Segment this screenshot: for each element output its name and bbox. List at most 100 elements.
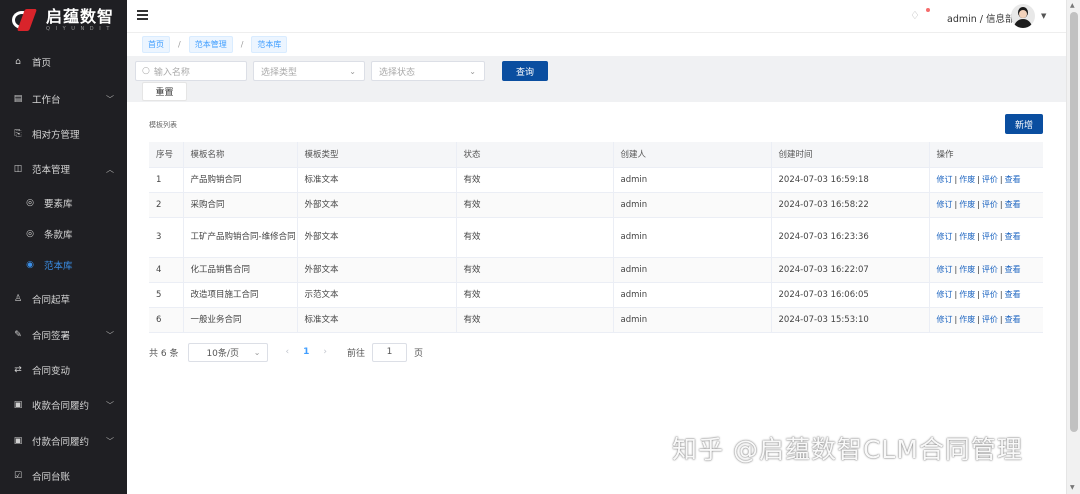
evaluate-link[interactable]: 评价 bbox=[982, 200, 998, 209]
void-link[interactable]: 作废 bbox=[959, 232, 975, 241]
revise-link[interactable]: 修订 bbox=[937, 232, 953, 241]
page-number[interactable]: 1 bbox=[303, 347, 309, 357]
view-link[interactable]: 查看 bbox=[1005, 175, 1021, 184]
revise-link[interactable]: 修订 bbox=[937, 315, 953, 324]
cell-creator: admin bbox=[613, 217, 772, 258]
revise-link[interactable]: 修订 bbox=[937, 290, 953, 299]
sidebar-item-label: 收款合同履约 bbox=[32, 401, 90, 412]
sidebar-item-label: 首页 bbox=[32, 58, 52, 69]
add-button[interactable]: 新增 bbox=[1005, 114, 1043, 134]
revise-link[interactable]: 修订 bbox=[937, 265, 953, 274]
cell-creator: admin bbox=[613, 282, 772, 308]
cell-no: 4 bbox=[149, 257, 184, 283]
breadcrumb-separator: / bbox=[178, 40, 181, 49]
page-size-value: 10条/页 bbox=[206, 348, 239, 359]
breadcrumb-home[interactable]: 首页 bbox=[142, 36, 170, 53]
sidebar-item[interactable]: ☑ 合同台账 bbox=[0, 461, 127, 491]
sidebar-item-label: 合同签署 bbox=[32, 331, 71, 342]
cell-type: 标准文本 bbox=[297, 307, 457, 333]
void-link[interactable]: 作废 bbox=[959, 315, 975, 324]
void-link[interactable]: 作废 bbox=[959, 290, 975, 299]
col-header-no: 序号 bbox=[149, 142, 184, 168]
view-link[interactable]: 查看 bbox=[1005, 315, 1021, 324]
action-separator: | bbox=[977, 314, 980, 324]
bell-icon[interactable]: ♢ bbox=[910, 9, 920, 22]
cell-time: 2024-07-03 16:58:22 bbox=[771, 192, 930, 218]
breadcrumb-template-lib[interactable]: 范本库 bbox=[251, 36, 288, 53]
sidebar-item[interactable]: ◎ 要素库 bbox=[0, 188, 127, 218]
prev-page-icon[interactable]: ‹ bbox=[285, 347, 289, 357]
evaluate-link[interactable]: 评价 bbox=[982, 232, 998, 241]
brand-subtitle: Q I Y U N D I T bbox=[46, 26, 112, 32]
void-link[interactable]: 作废 bbox=[959, 265, 975, 274]
cell-status: 有效 bbox=[456, 192, 614, 218]
page-size-select[interactable]: 10条/页 ⌄ bbox=[188, 342, 269, 362]
sidebar-item-label: 合同台账 bbox=[32, 472, 71, 483]
evaluate-link[interactable]: 评价 bbox=[982, 265, 998, 274]
filter-bar: ○ 输入名称 选择类型 ⌄ 选择状态 ⌄ 查询 重置 bbox=[127, 56, 1066, 102]
sidebar-item[interactable]: ▤ 工作台 ﹀ bbox=[0, 84, 127, 114]
home-icon: ⌂ bbox=[15, 57, 21, 67]
sidebar-item[interactable]: ◉ 范本库 bbox=[0, 250, 127, 280]
sidebar-item[interactable]: ⇄ 合同变动 bbox=[0, 355, 127, 385]
sidebar-item[interactable]: ⎘ 相对方管理 bbox=[0, 119, 127, 149]
sign-icon: ✎ bbox=[14, 330, 22, 340]
evaluate-link[interactable]: 评价 bbox=[982, 315, 998, 324]
void-link[interactable]: 作废 bbox=[959, 200, 975, 209]
action-separator: | bbox=[954, 289, 958, 299]
scroll-up-icon[interactable]: ▲ bbox=[1070, 2, 1075, 9]
table-row: 6 一般业务合同 标准文本 有效 admin 2024-07-03 15:53:10 修订 |… bbox=[149, 307, 1043, 333]
change-icon: ⇄ bbox=[14, 365, 22, 375]
breadcrumb-separator: / bbox=[240, 40, 244, 49]
type-select[interactable]: 选择类型 ⌄ bbox=[253, 61, 365, 81]
void-link[interactable]: 作废 bbox=[959, 175, 975, 184]
sidebar-item[interactable]: ✎ 合同签署 ﹀ bbox=[0, 320, 127, 350]
sidebar-item[interactable]: ▣ 付款合同履约 ﹀ bbox=[0, 426, 127, 456]
goto-label: 前往 bbox=[346, 348, 365, 359]
evaluate-link[interactable]: 评价 bbox=[982, 290, 998, 299]
query-button[interactable]: 查询 bbox=[502, 61, 548, 81]
sidebar-item-label: 付款合同履约 bbox=[32, 437, 90, 448]
revise-link[interactable]: 修订 bbox=[937, 175, 953, 184]
page-scrollbar[interactable]: ▲ ▼ bbox=[1066, 0, 1080, 494]
cell-actions: 修订 | 作废 | 评价 | 查看 bbox=[929, 307, 1043, 333]
cell-name: 采购合同 bbox=[183, 192, 298, 218]
pagination: 共 6 条 10条/页 ⌄ ‹ 1 › 前往 1 页 bbox=[149, 342, 423, 362]
view-link[interactable]: 查看 bbox=[1005, 290, 1021, 299]
status-select[interactable]: 选择状态 ⌄ bbox=[371, 61, 485, 81]
user-name[interactable]: admin / 信息部 bbox=[947, 11, 1015, 25]
sidebar-item[interactable]: ◫ 范本管理 ︿ bbox=[0, 154, 127, 184]
cell-no: 2 bbox=[149, 192, 184, 218]
chevron-down-icon[interactable]: ▼ bbox=[1041, 12, 1046, 20]
goto-page-input[interactable]: 1 bbox=[371, 342, 407, 362]
evaluate-link[interactable]: 评价 bbox=[982, 175, 998, 184]
chevron-down-icon: ⌄ bbox=[349, 66, 356, 76]
cell-status: 有效 bbox=[456, 167, 614, 193]
sidebar-item[interactable]: ◎ 条款库 bbox=[0, 219, 127, 249]
action-separator: | bbox=[954, 199, 958, 209]
view-link[interactable]: 查看 bbox=[1005, 265, 1021, 274]
breadcrumb-template-mgmt[interactable]: 范本管理 bbox=[188, 36, 233, 53]
cell-creator: admin bbox=[613, 257, 772, 283]
cell-status: 有效 bbox=[456, 217, 614, 258]
sidebar-item[interactable]: ▣ 收款合同履约 ﹀ bbox=[0, 390, 127, 420]
avatar[interactable] bbox=[1011, 4, 1035, 28]
cell-creator: admin bbox=[613, 167, 772, 193]
sidebar-item[interactable]: ♙ 合同起草 bbox=[0, 284, 127, 314]
menu-toggle-icon[interactable] bbox=[137, 10, 148, 20]
reset-button[interactable]: 重置 bbox=[142, 82, 187, 101]
scroll-down-icon[interactable]: ▼ bbox=[1070, 484, 1075, 491]
cell-type: 外部文本 bbox=[297, 217, 457, 258]
scroll-thumb[interactable] bbox=[1070, 12, 1078, 432]
action-separator: | bbox=[999, 174, 1003, 184]
revise-link[interactable]: 修订 bbox=[937, 200, 953, 209]
sidebar-item-label: 工作台 bbox=[32, 95, 61, 106]
view-link[interactable]: 查看 bbox=[1005, 200, 1021, 209]
next-page-icon[interactable]: › bbox=[323, 347, 327, 357]
sidebar-item[interactable]: ⌂ 首页 bbox=[0, 47, 127, 77]
view-link[interactable]: 查看 bbox=[1005, 232, 1021, 241]
cell-no: 3 bbox=[149, 217, 184, 258]
action-separator: | bbox=[977, 199, 980, 209]
name-search-input[interactable]: ○ 输入名称 bbox=[135, 61, 247, 81]
action-separator: | bbox=[954, 174, 958, 184]
